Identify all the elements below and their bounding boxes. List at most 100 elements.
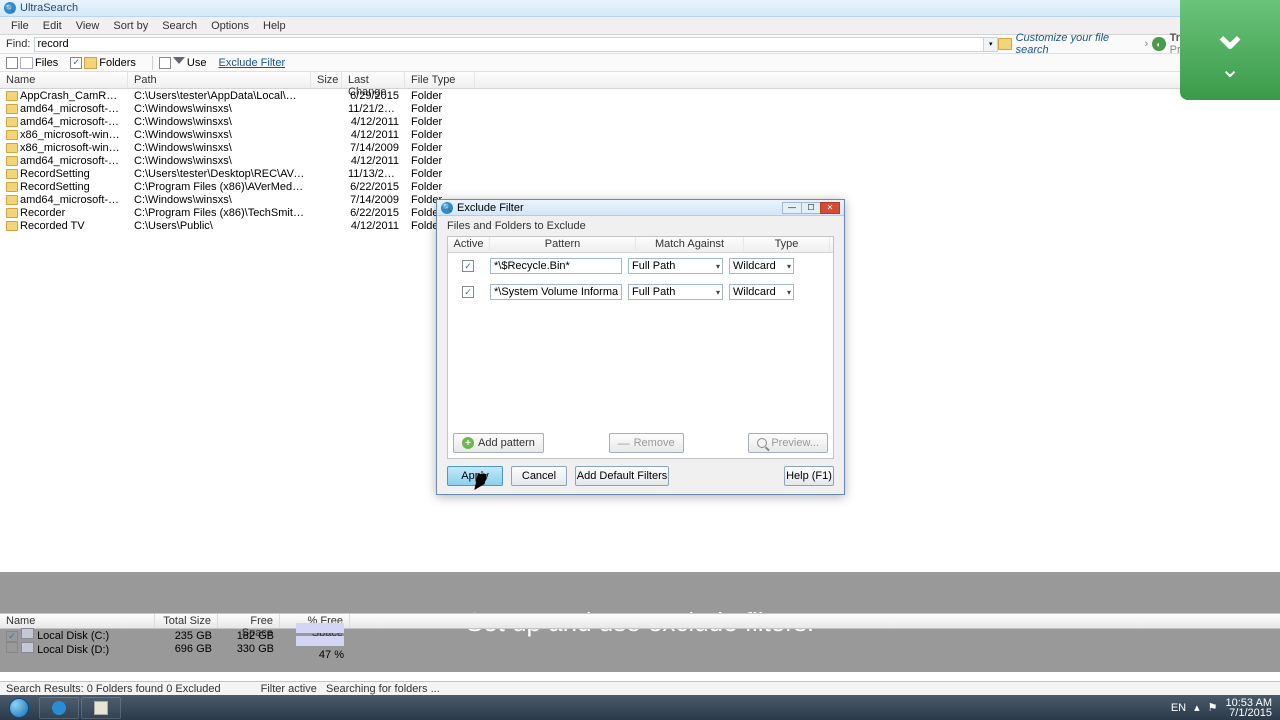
filter-row: ✓ Full Path Wildcard	[448, 279, 833, 305]
match-select[interactable]: Full Path	[628, 258, 723, 274]
status-searching: Searching for folders ...	[326, 683, 440, 695]
file-icon	[20, 57, 33, 69]
menu-sortby[interactable]: Sort by	[106, 18, 155, 34]
dialog-titlebar[interactable]: 🔍 Exclude Filter — ☐ ✕	[437, 200, 844, 216]
use-checkbox[interactable]	[159, 57, 171, 69]
pattern-input[interactable]	[490, 284, 622, 300]
plus-icon: +	[462, 437, 474, 449]
row-folder-icon	[6, 130, 18, 140]
row-folder-icon	[6, 208, 18, 218]
folders-checkbox[interactable]: ✓	[70, 57, 82, 69]
type-select[interactable]: Wildcard	[729, 284, 794, 300]
window-titlebar: 🔍 UltraSearch — ☐ ✕	[0, 0, 1280, 17]
row-folder-icon	[6, 104, 18, 114]
start-button[interactable]	[0, 695, 38, 720]
dialog-title: Exclude Filter	[457, 202, 524, 214]
dcol-free[interactable]: Free Space	[218, 614, 280, 628]
table-row[interactable]: x86_microsoft-windows-a..ce...C:\Windows…	[0, 141, 1280, 154]
files-checkbox[interactable]	[6, 57, 18, 69]
drive-row[interactable]: Local Disk (D:)696 GB330 GB 47 %	[0, 642, 1280, 655]
folders-label: Folders	[99, 57, 136, 69]
taskbar-app-1[interactable]	[39, 697, 79, 719]
preview-label: Preview...	[771, 437, 819, 449]
match-select[interactable]: Full Path	[628, 284, 723, 300]
drives-panel: Name Total Size Free Space % Free Space …	[0, 613, 1280, 655]
exclude-filter-link[interactable]: Exclude Filter	[218, 57, 285, 69]
find-input[interactable]	[34, 37, 984, 52]
tray-flag-icon[interactable]: ▴	[1194, 701, 1200, 714]
drive-checkbox[interactable]	[6, 641, 18, 653]
menu-search[interactable]: Search	[155, 18, 204, 34]
row-active-checkbox[interactable]: ✓	[462, 286, 474, 298]
dcol-name[interactable]: Name	[0, 614, 155, 628]
files-label: Files	[35, 57, 58, 69]
add-pattern-button[interactable]: + Add pattern	[453, 433, 544, 453]
col-name[interactable]: Name	[0, 72, 128, 88]
row-folder-icon	[6, 156, 18, 166]
col-lastchange[interactable]: Last Change	[342, 72, 405, 88]
status-filter: Filter active	[261, 683, 317, 695]
taskbar-app-2[interactable]	[81, 697, 121, 719]
cancel-button[interactable]: Cancel	[511, 466, 567, 486]
menu-help[interactable]: Help	[256, 18, 293, 34]
minus-icon: —	[618, 437, 630, 449]
menu-file[interactable]: File	[4, 18, 36, 34]
help-button[interactable]: Help (F1)	[784, 466, 834, 486]
app2-icon	[94, 701, 108, 715]
col-path[interactable]: Path	[128, 72, 311, 88]
find-dropdown-icon[interactable]: ▾	[984, 37, 998, 52]
window-title: UltraSearch	[20, 2, 78, 14]
funnel-icon	[173, 57, 185, 69]
dialog-minimize-button[interactable]: —	[782, 202, 802, 214]
dcol-active[interactable]: Active	[448, 237, 490, 252]
folder-icon[interactable]	[998, 38, 1012, 50]
filter-toolbar: Files ✓ Folders Use Exclude Filter	[0, 54, 1280, 72]
folder-type-icon	[84, 57, 97, 69]
status-results: Search Results: 0 Folders found 0 Exclud…	[6, 683, 221, 695]
col-filetype[interactable]: File Type	[405, 72, 475, 88]
tray-action-icon[interactable]: ⚑	[1208, 701, 1218, 714]
filter-row: ✓ Full Path Wildcard	[448, 253, 833, 279]
preview-button[interactable]: Preview...	[748, 433, 828, 453]
table-row[interactable]: amd64_microsoft-windows-so...C:\Windows\…	[0, 102, 1280, 115]
row-folder-icon	[6, 169, 18, 179]
find-label: Find:	[6, 38, 30, 50]
badge-sm-icon: ⌄	[1220, 55, 1240, 84]
table-row[interactable]: amd64_microsoft-windows-s...C:\Windows\w…	[0, 154, 1280, 167]
drive-icon	[21, 628, 34, 639]
drive-row[interactable]: ✓ Local Disk (C:)235 GB182 GB 78 %	[0, 629, 1280, 642]
pattern-input[interactable]	[490, 258, 622, 274]
row-folder-icon	[6, 143, 18, 153]
dcol-type[interactable]: Type	[744, 237, 830, 252]
exclude-filter-dialog: 🔍 Exclude Filter — ☐ ✕ Files and Folders…	[436, 199, 845, 495]
table-row[interactable]: x86_microsoft-windows-a..io...C:\Windows…	[0, 128, 1280, 141]
apply-button[interactable]: Apply	[447, 466, 503, 486]
type-select[interactable]: Wildcard	[729, 258, 794, 274]
customize-link[interactable]: Customize your file search	[1016, 32, 1141, 56]
menu-options[interactable]: Options	[204, 18, 256, 34]
row-active-checkbox[interactable]: ✓	[462, 260, 474, 272]
dcol-match[interactable]: Match Against	[636, 237, 744, 252]
find-bar: Find: ▾ Customize your file search › ◐ T…	[0, 35, 1280, 54]
menu-edit[interactable]: Edit	[36, 18, 69, 34]
table-row[interactable]: AppCrash_CamRecorder.exe...C:\Users\test…	[0, 89, 1280, 102]
system-tray[interactable]: EN ▴ ⚑ 10:53 AM7/1/2015	[1163, 698, 1280, 718]
col-size[interactable]: Size	[311, 72, 342, 88]
table-row[interactable]: amd64_microsoft-windows-a...C:\Windows\w…	[0, 115, 1280, 128]
add-default-filters-button[interactable]: Add Default Filters	[575, 466, 669, 486]
remove-button[interactable]: —Remove	[609, 433, 684, 453]
dcol-total[interactable]: Total Size	[155, 614, 218, 628]
table-row[interactable]: RecordSettingC:\Program Files (x86)\AVer…	[0, 180, 1280, 193]
add-pattern-label: Add pattern	[478, 437, 535, 449]
dialog-maximize-button[interactable]: ☐	[801, 202, 821, 214]
dialog-group-label: Files and Folders to Exclude	[437, 216, 844, 236]
drive-icon	[21, 642, 34, 653]
dcol-pattern[interactable]: Pattern	[490, 237, 636, 252]
tray-date: 7/1/2015	[1226, 708, 1272, 718]
download-badge[interactable]: ⌄ ⌄	[1180, 0, 1280, 100]
row-folder-icon	[6, 182, 18, 192]
menu-view[interactable]: View	[69, 18, 107, 34]
tray-lang[interactable]: EN	[1171, 702, 1186, 714]
table-row[interactable]: RecordSettingC:\Users\tester\Desktop\REC…	[0, 167, 1280, 180]
dialog-close-button[interactable]: ✕	[820, 202, 840, 214]
